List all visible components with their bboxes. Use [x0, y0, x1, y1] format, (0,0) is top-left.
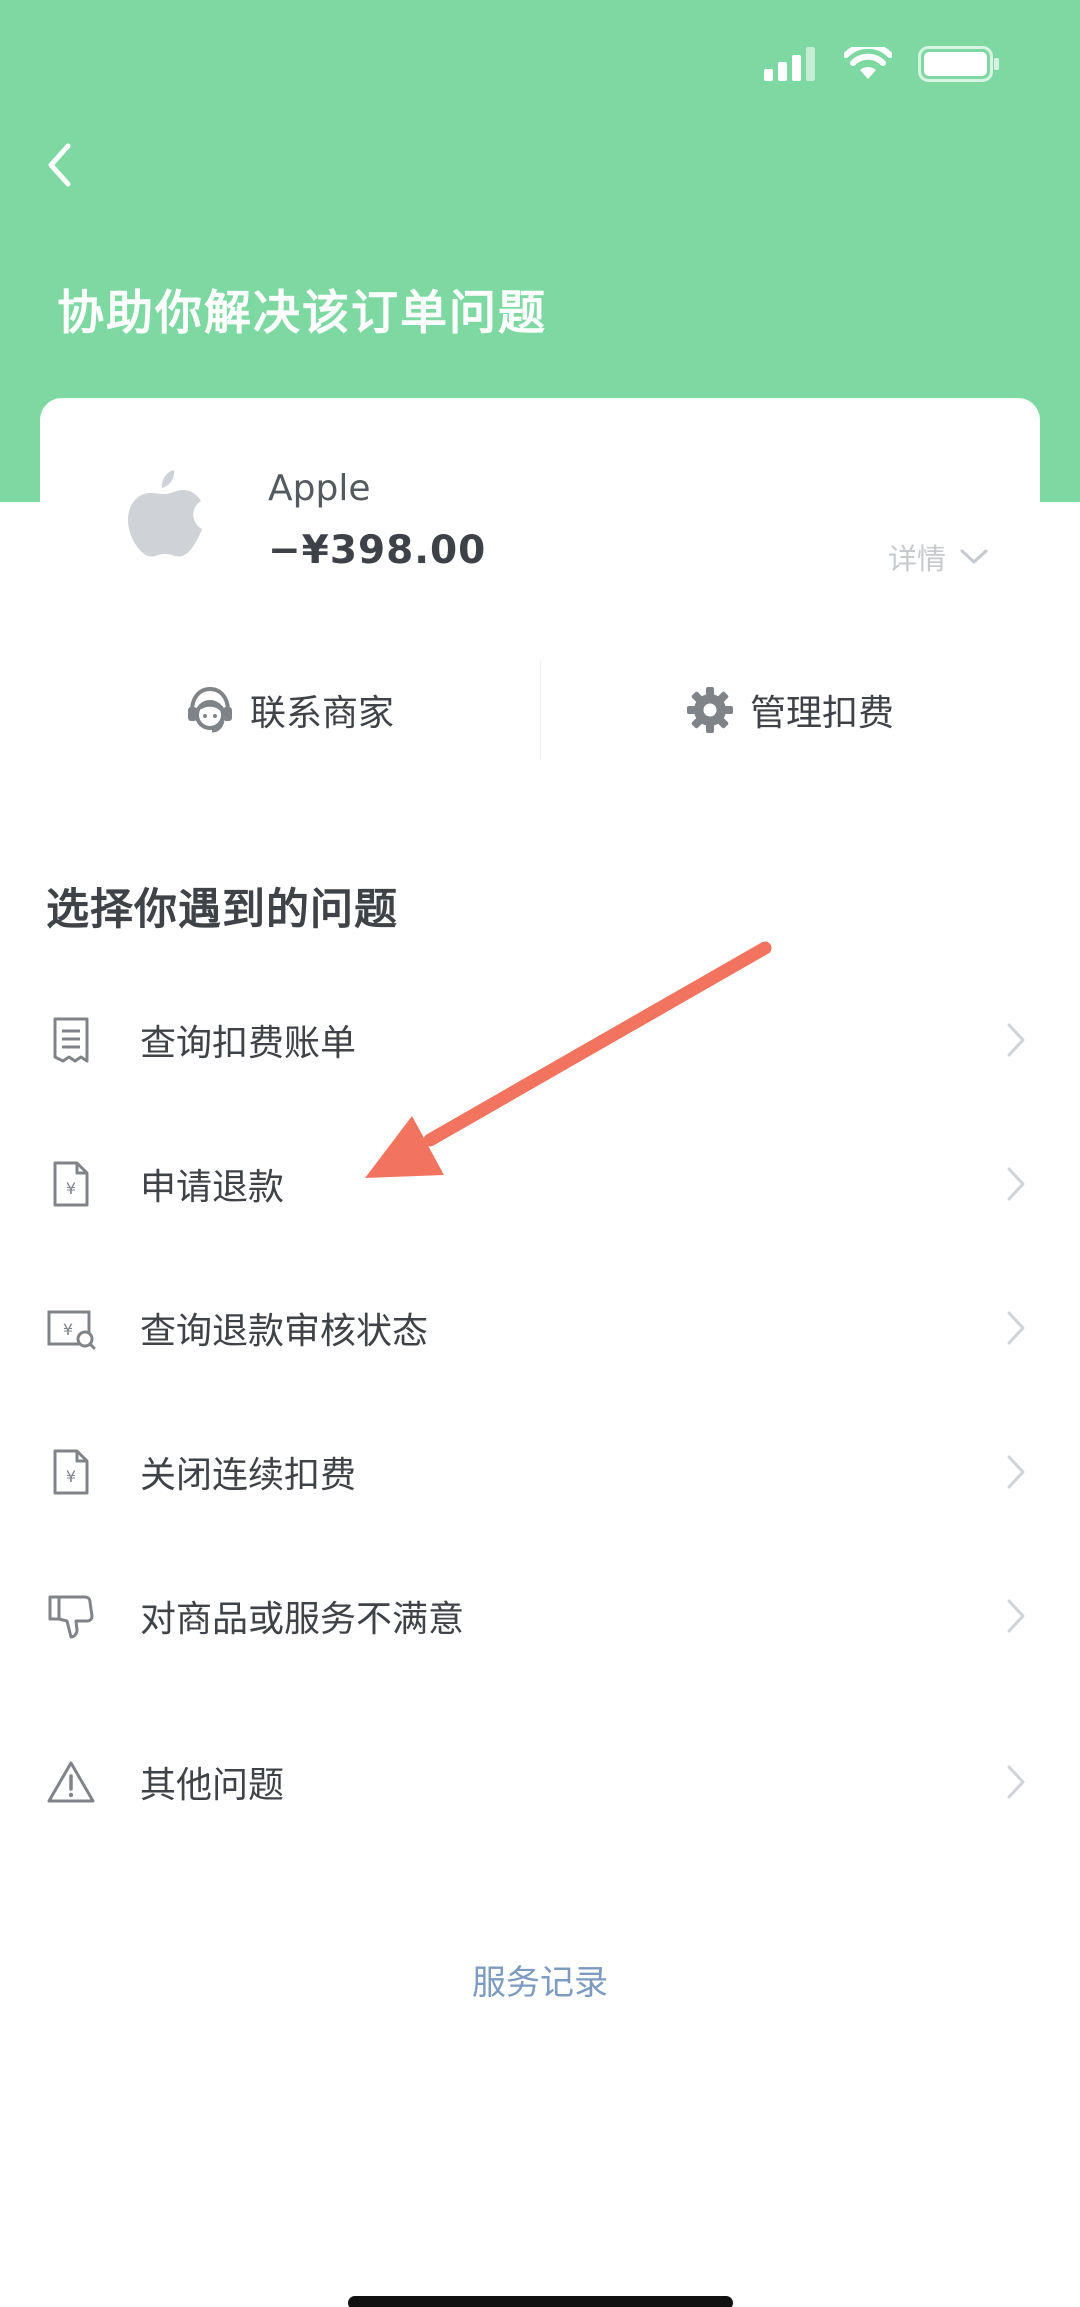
chevron-right-icon	[1007, 1167, 1025, 1201]
battery-icon	[918, 46, 999, 82]
signal-icon	[764, 47, 815, 81]
svg-text:¥: ¥	[63, 1320, 73, 1339]
chevron-right-icon	[1007, 1599, 1025, 1633]
gear-icon	[686, 687, 733, 733]
svg-text:¥: ¥	[66, 1467, 76, 1486]
order-card: Apple −¥398.00 详情 联系商家 管理扣费	[40, 398, 1040, 790]
contact-merchant-button[interactable]: 联系商家	[40, 660, 540, 760]
yuan-document-icon: ¥	[44, 1157, 98, 1211]
merchant-name: Apple	[268, 468, 371, 509]
refund-status-icon: ¥	[44, 1301, 98, 1355]
chevron-right-icon	[1007, 1023, 1025, 1057]
chevron-right-icon	[1007, 1455, 1025, 1489]
chevron-right-icon	[1007, 1765, 1025, 1799]
problem-item-query-bill[interactable]: 查询扣费账单	[0, 980, 1080, 1100]
problem-item-refund-status[interactable]: ¥ 查询退款审核状态	[0, 1268, 1080, 1388]
receipt-icon	[44, 1013, 98, 1067]
problem-label: 其他问题	[140, 1765, 285, 1806]
problem-item-apply-refund[interactable]: ¥ 申请退款	[0, 1124, 1080, 1244]
home-indicator	[348, 2296, 733, 2307]
page-title: 协助你解决该订单问题	[57, 286, 547, 341]
back-chevron-icon	[48, 143, 71, 187]
thumbs-down-icon	[44, 1589, 98, 1643]
customer-service-icon	[187, 686, 232, 733]
manage-billing-button[interactable]: 管理扣费	[540, 660, 1040, 760]
yuan-document-icon: ¥	[44, 1445, 98, 1499]
service-record-link[interactable]: 服务记录	[0, 1955, 1080, 2004]
problem-label: 申请退款	[140, 1167, 285, 1208]
card-actions: 联系商家 管理扣费	[40, 660, 1040, 760]
problem-label: 查询退款审核状态	[140, 1311, 429, 1352]
problems-section-title: 选择你遇到的问题	[46, 885, 398, 935]
details-toggle[interactable]: 详情	[888, 536, 988, 578]
problem-label: 关闭连续扣费	[140, 1455, 357, 1496]
problem-item-other[interactable]: 其他问题	[0, 1722, 1080, 1842]
contact-merchant-label: 联系商家	[249, 693, 394, 734]
manage-billing-label: 管理扣费	[749, 693, 894, 734]
back-button[interactable]	[34, 135, 84, 195]
problem-label: 查询扣费账单	[140, 1023, 357, 1064]
order-help-page: 协助你解决该订单问题 Apple −¥398.00 详情 联系商家 管理扣费 选…	[0, 0, 1080, 2307]
warning-icon	[44, 1755, 98, 1809]
action-divider	[540, 660, 541, 760]
svg-text:¥: ¥	[66, 1179, 76, 1198]
status-bar	[764, 44, 1000, 84]
details-label: 详情	[887, 542, 946, 576]
problem-item-close-auto-billing[interactable]: ¥ 关闭连续扣费	[0, 1412, 1080, 1532]
problem-item-unsatisfied[interactable]: 对商品或服务不满意	[0, 1556, 1080, 1676]
chevron-right-icon	[1007, 1311, 1025, 1345]
apple-logo-icon	[128, 470, 202, 557]
wifi-icon	[844, 47, 892, 79]
problem-label: 对商品或服务不满意	[140, 1599, 465, 1640]
chevron-down-icon	[960, 549, 988, 564]
order-amount: −¥398.00	[268, 528, 487, 573]
